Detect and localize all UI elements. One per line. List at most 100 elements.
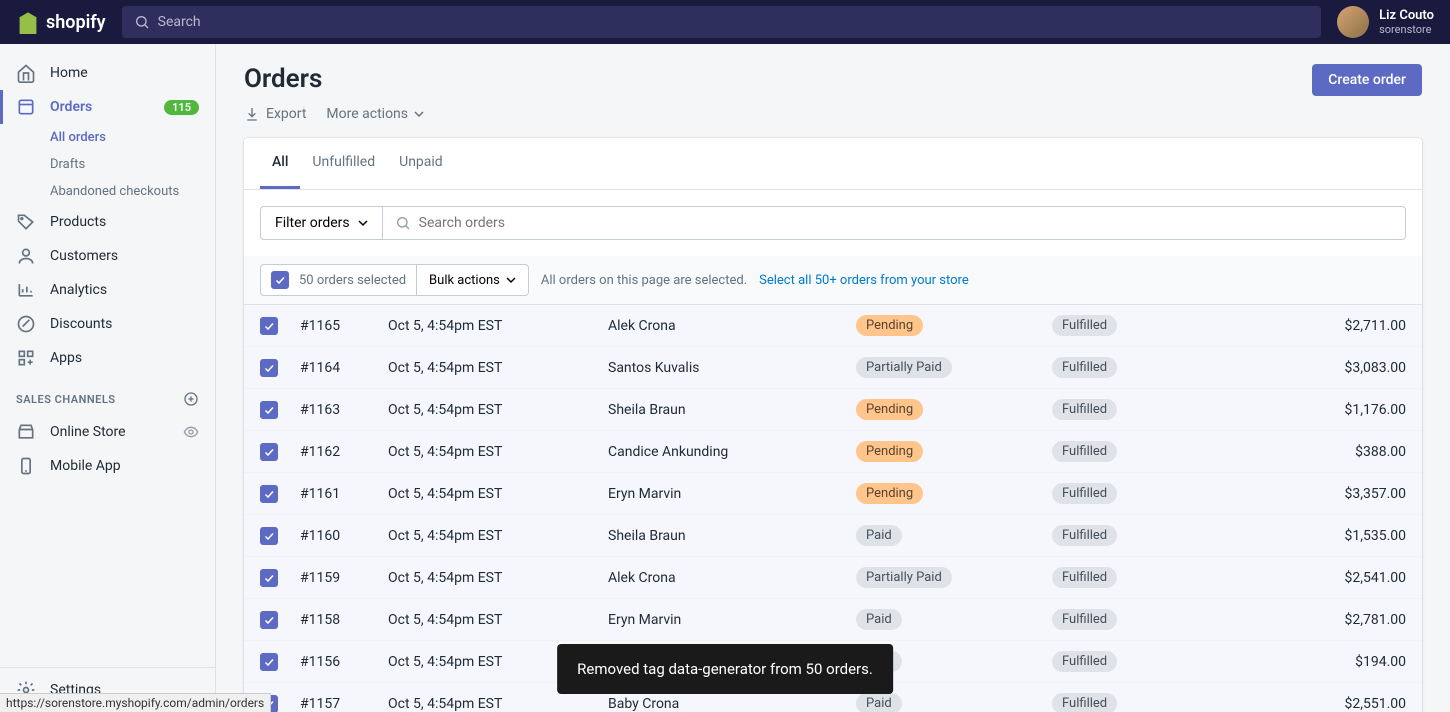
nav-products[interactable]: Products — [0, 205, 215, 239]
caret-down-icon — [414, 109, 424, 119]
order-id: #1159 — [300, 570, 388, 586]
order-date: Oct 5, 4:54pm EST — [388, 318, 608, 334]
order-customer: Sheila Braun — [608, 402, 856, 418]
bulk-actions-button[interactable]: Bulk actions — [417, 264, 529, 296]
table-row[interactable]: #1163 Oct 5, 4:54pm EST Sheila Braun Pen… — [244, 389, 1422, 431]
row-checkbox[interactable] — [260, 569, 278, 587]
orders-badge: 115 — [164, 100, 199, 115]
main-content: Orders Export More actions Create order … — [216, 44, 1450, 712]
row-checkbox[interactable] — [260, 359, 278, 377]
search-orders[interactable] — [383, 206, 1406, 240]
user-store: sorenstore — [1379, 23, 1434, 36]
nav-orders-label: Orders — [50, 99, 92, 115]
order-customer: Eryn Marvin — [608, 612, 856, 628]
download-icon — [244, 106, 260, 122]
table-row[interactable]: #1165 Oct 5, 4:54pm EST Alek Crona Pendi… — [244, 305, 1422, 347]
nav-home-label: Home — [50, 65, 88, 81]
nav-discounts[interactable]: Discounts — [0, 307, 215, 341]
row-checkbox[interactable] — [260, 485, 278, 503]
page-title: Orders — [244, 64, 424, 94]
user-icon — [16, 246, 36, 266]
order-date: Oct 5, 4:54pm EST — [388, 402, 608, 418]
nav-orders[interactable]: Orders 115 — [0, 90, 215, 124]
tag-icon — [16, 212, 36, 232]
nav-mobile-app[interactable]: Mobile App — [0, 449, 215, 483]
fulfillment-badge: Fulfilled — [1052, 609, 1117, 630]
nav-home[interactable]: Home — [0, 56, 215, 90]
payment-badge: Pending — [856, 483, 923, 504]
search-orders-input[interactable] — [419, 215, 1393, 231]
order-customer: Santos Kuvalis — [608, 360, 856, 376]
bulk-bar: 50 orders selected Bulk actions All orde… — [244, 256, 1422, 305]
fulfillment-badge: Fulfilled — [1052, 483, 1117, 504]
nav-apps[interactable]: Apps — [0, 341, 215, 375]
row-checkbox[interactable] — [260, 317, 278, 335]
table-row[interactable]: #1159 Oct 5, 4:54pm EST Alek Crona Parti… — [244, 557, 1422, 599]
filter-orders-button[interactable]: Filter orders — [260, 206, 383, 240]
search-input[interactable] — [158, 14, 1309, 30]
payment-badge: Partially Paid — [856, 357, 952, 378]
top-bar: shopify Liz Couto sorenstore — [0, 0, 1450, 44]
user-menu[interactable]: Liz Couto sorenstore — [1337, 6, 1434, 38]
brand-name: shopify — [46, 12, 106, 33]
nav-drafts[interactable]: Drafts — [50, 151, 215, 178]
apps-icon — [16, 348, 36, 368]
order-id: #1160 — [300, 528, 388, 544]
order-date: Oct 5, 4:54pm EST — [388, 486, 608, 502]
global-search[interactable] — [122, 6, 1321, 38]
table-row[interactable]: #1161 Oct 5, 4:54pm EST Eryn Marvin Pend… — [244, 473, 1422, 515]
bulk-select-info[interactable]: 50 orders selected — [260, 264, 417, 296]
status-bar-url: https://sorenstore.myshopify.com/admin/o… — [0, 693, 271, 712]
sidebar: Home Orders 115 All orders Drafts Abando… — [0, 44, 216, 712]
nav-customers[interactable]: Customers — [0, 239, 215, 273]
nav-analytics-label: Analytics — [50, 282, 107, 298]
fulfillment-badge: Fulfilled — [1052, 525, 1117, 546]
table-row[interactable]: #1162 Oct 5, 4:54pm EST Candice Ankundin… — [244, 431, 1422, 473]
logo[interactable]: shopify — [16, 10, 106, 34]
row-checkbox[interactable] — [260, 443, 278, 461]
order-date: Oct 5, 4:54pm EST — [388, 612, 608, 628]
row-checkbox[interactable] — [260, 653, 278, 671]
tab-all[interactable]: All — [260, 138, 300, 189]
payment-badge: Pending — [856, 399, 923, 420]
create-order-button[interactable]: Create order — [1312, 64, 1422, 96]
row-checkbox[interactable] — [260, 527, 278, 545]
nav-analytics[interactable]: Analytics — [0, 273, 215, 307]
orders-icon — [16, 97, 36, 117]
select-all-checkbox[interactable] — [271, 271, 289, 289]
nav-all-orders[interactable]: All orders — [50, 124, 215, 151]
bulk-info-text: All orders on this page are selected. — [541, 273, 747, 288]
payment-badge: Partially Paid — [856, 567, 952, 588]
fulfillment-badge: Fulfilled — [1052, 651, 1117, 672]
select-all-link[interactable]: Select all 50+ orders from your store — [759, 273, 969, 288]
order-customer: Alek Crona — [608, 318, 856, 334]
more-actions-button[interactable]: More actions — [326, 106, 424, 122]
tab-unfulfilled[interactable]: Unfulfilled — [300, 138, 387, 189]
search-icon — [395, 215, 411, 231]
row-checkbox[interactable] — [260, 611, 278, 629]
order-customer: Alek Crona — [608, 570, 856, 586]
order-total: $1,176.00 — [1312, 402, 1406, 418]
order-customer: Candice Ankunding — [608, 444, 856, 460]
nav-abandoned[interactable]: Abandoned checkouts — [50, 178, 215, 205]
order-id: #1164 — [300, 360, 388, 376]
table-row[interactable]: #1164 Oct 5, 4:54pm EST Santos Kuvalis P… — [244, 347, 1422, 389]
caret-down-icon — [506, 275, 516, 285]
order-total: $1,535.00 — [1312, 528, 1406, 544]
sales-channels-title: SALES CHANNELS — [16, 393, 116, 406]
table-row[interactable]: #1160 Oct 5, 4:54pm EST Sheila Braun Pai… — [244, 515, 1422, 557]
store-icon — [16, 422, 36, 442]
order-id: #1165 — [300, 318, 388, 334]
home-icon — [16, 63, 36, 83]
fulfillment-badge: Fulfilled — [1052, 315, 1117, 336]
export-button[interactable]: Export — [244, 106, 306, 122]
row-checkbox[interactable] — [260, 401, 278, 419]
tab-unpaid[interactable]: Unpaid — [387, 138, 455, 189]
nav-mobile-label: Mobile App — [50, 458, 121, 474]
add-channel-button[interactable] — [183, 391, 199, 407]
nav-discounts-label: Discounts — [50, 316, 112, 332]
table-row[interactable]: #1158 Oct 5, 4:54pm EST Eryn Marvin Paid… — [244, 599, 1422, 641]
nav-online-store[interactable]: Online Store — [0, 415, 215, 449]
toast-notification: Removed tag data-generator from 50 order… — [557, 644, 893, 695]
view-store-icon[interactable] — [183, 424, 199, 440]
